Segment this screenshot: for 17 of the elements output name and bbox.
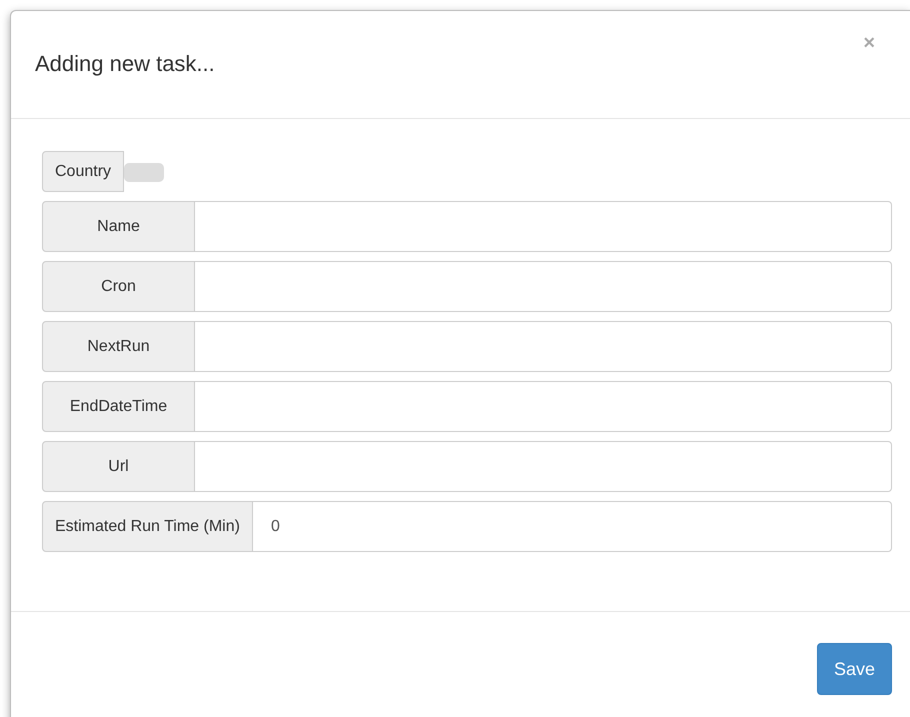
close-button[interactable]: ×: [863, 33, 875, 53]
field-label: Name: [42, 201, 195, 252]
input-field[interactable]: [195, 381, 892, 432]
country-select[interactable]: [124, 163, 164, 182]
field-label: NextRun: [42, 321, 195, 372]
input-field[interactable]: [195, 321, 892, 372]
save-button[interactable]: Save: [816, 643, 892, 695]
field-label: Cron: [42, 261, 195, 312]
input-field[interactable]: [195, 261, 892, 312]
input-field[interactable]: [195, 441, 892, 492]
field-label: Country: [42, 151, 124, 192]
field-label: EndDateTime: [42, 381, 195, 432]
modal-title: Adding new task...: [35, 51, 215, 78]
field-label: Url: [42, 441, 195, 492]
field-label: Estimated Run Time (Min): [42, 501, 253, 552]
input-field[interactable]: [195, 201, 892, 252]
input-field[interactable]: 0: [252, 501, 892, 552]
